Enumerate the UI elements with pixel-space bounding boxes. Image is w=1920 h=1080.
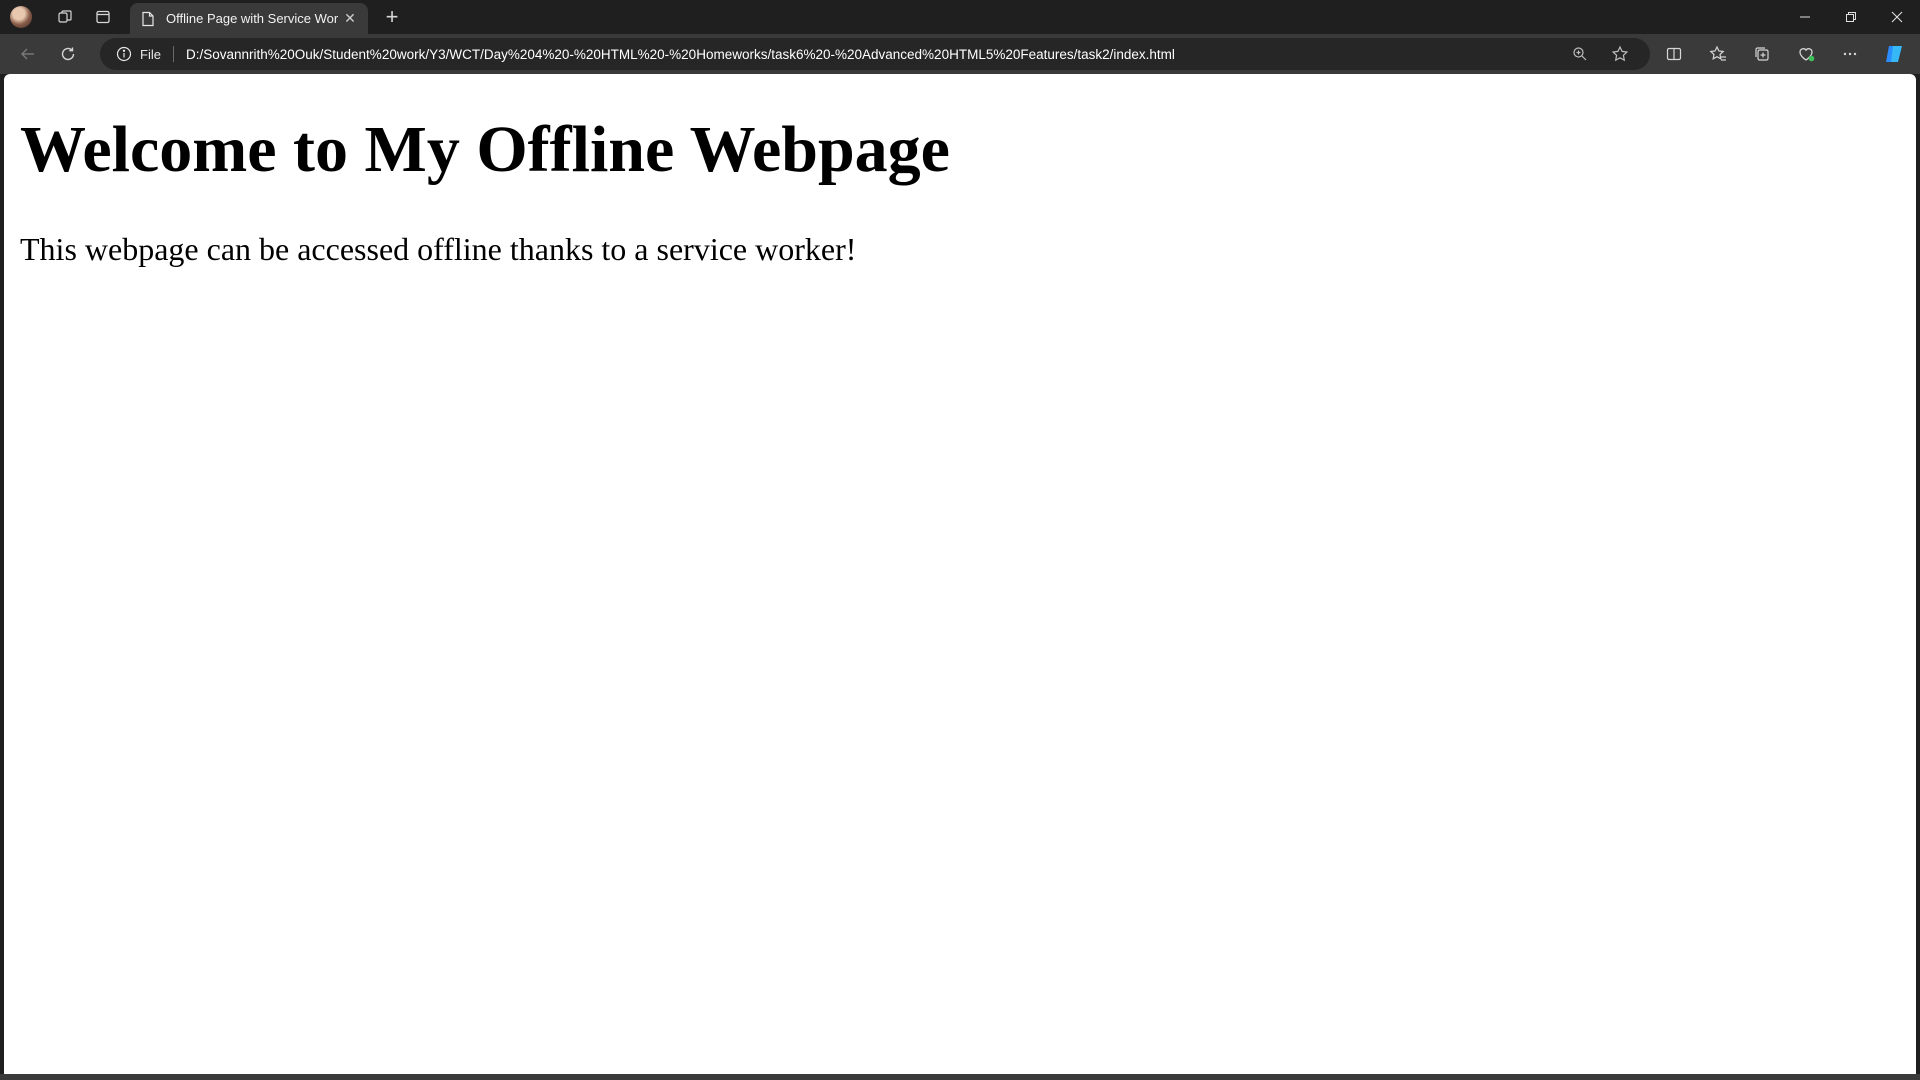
minimize-icon[interactable] [1782, 0, 1828, 34]
site-info-button[interactable]: File [116, 46, 161, 62]
title-bar: Offline Page with Service Worker ✕ + [0, 0, 1920, 34]
page-icon [140, 11, 156, 27]
zoom-icon[interactable] [1560, 38, 1600, 70]
refresh-icon[interactable] [48, 36, 88, 72]
more-options-icon[interactable] [1828, 36, 1872, 72]
browser-toolbar: File D:/Sovannrith%20Ouk/Student%20work/… [0, 34, 1920, 74]
page-paragraph: This webpage can be accessed offline tha… [20, 231, 857, 267]
new-tab-button[interactable]: + [376, 3, 408, 31]
url-text[interactable]: D:/Sovannrith%20Ouk/Student%20work/Y3/WC… [186, 47, 1175, 62]
favorites-icon[interactable] [1696, 36, 1740, 72]
address-divider [172, 46, 174, 62]
restore-icon[interactable] [1828, 0, 1874, 34]
tab-title: Offline Page with Service Worker [166, 11, 338, 26]
split-screen-icon[interactable] [1652, 36, 1696, 72]
collections-icon[interactable] [1740, 36, 1784, 72]
tab-active[interactable]: Offline Page with Service Worker ✕ [130, 3, 368, 34]
address-bar[interactable]: File D:/Sovannrith%20Ouk/Student%20work/… [100, 38, 1650, 70]
page-viewport: Welcome to My Offline Webpage This webpa… [4, 74, 1916, 1074]
browser-essentials-icon[interactable] [1784, 36, 1828, 72]
info-icon [116, 46, 132, 62]
back-icon[interactable] [8, 36, 48, 72]
vertical-tabs-icon[interactable] [84, 0, 122, 34]
tab-close-icon[interactable]: ✕ [338, 7, 362, 31]
workspaces-icon[interactable] [46, 0, 84, 34]
site-info-label: File [140, 46, 161, 62]
copilot-icon[interactable] [1872, 36, 1916, 72]
favorite-star-icon[interactable] [1600, 38, 1640, 70]
page-title: Welcome to My Offline Webpage [20, 113, 950, 186]
close-window-icon[interactable] [1874, 0, 1920, 34]
window-controls [1782, 0, 1920, 34]
window-bottom-edge [0, 1074, 1920, 1080]
profile-avatar[interactable] [10, 6, 32, 28]
